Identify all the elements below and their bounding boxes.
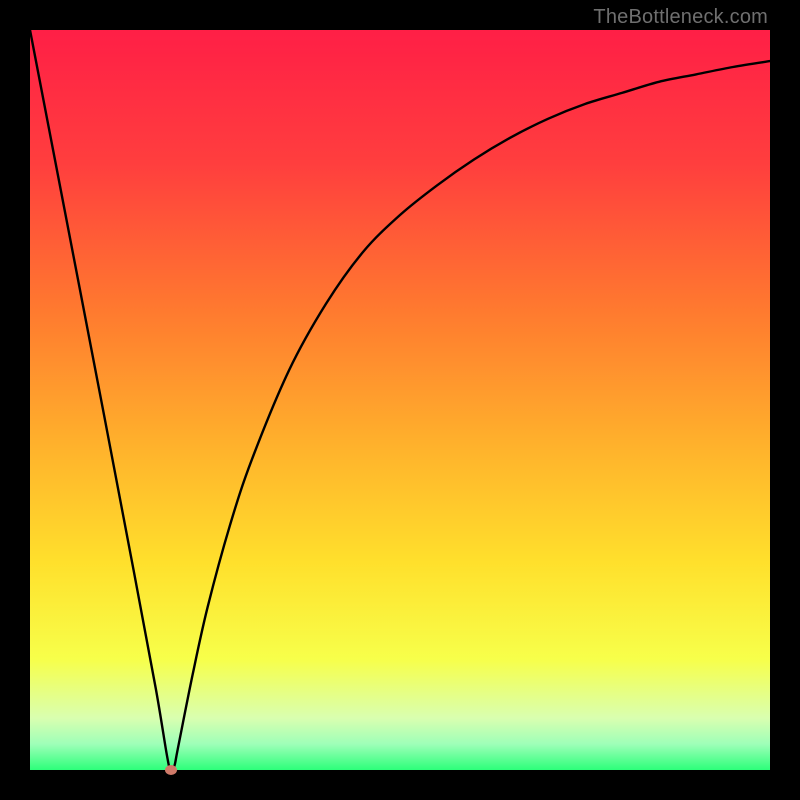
optimal-point-marker xyxy=(165,765,177,775)
chart-frame: TheBottleneck.com xyxy=(0,0,800,800)
bottleneck-curve xyxy=(30,30,770,770)
watermark-text: TheBottleneck.com xyxy=(593,6,768,29)
plot-area xyxy=(30,30,770,770)
